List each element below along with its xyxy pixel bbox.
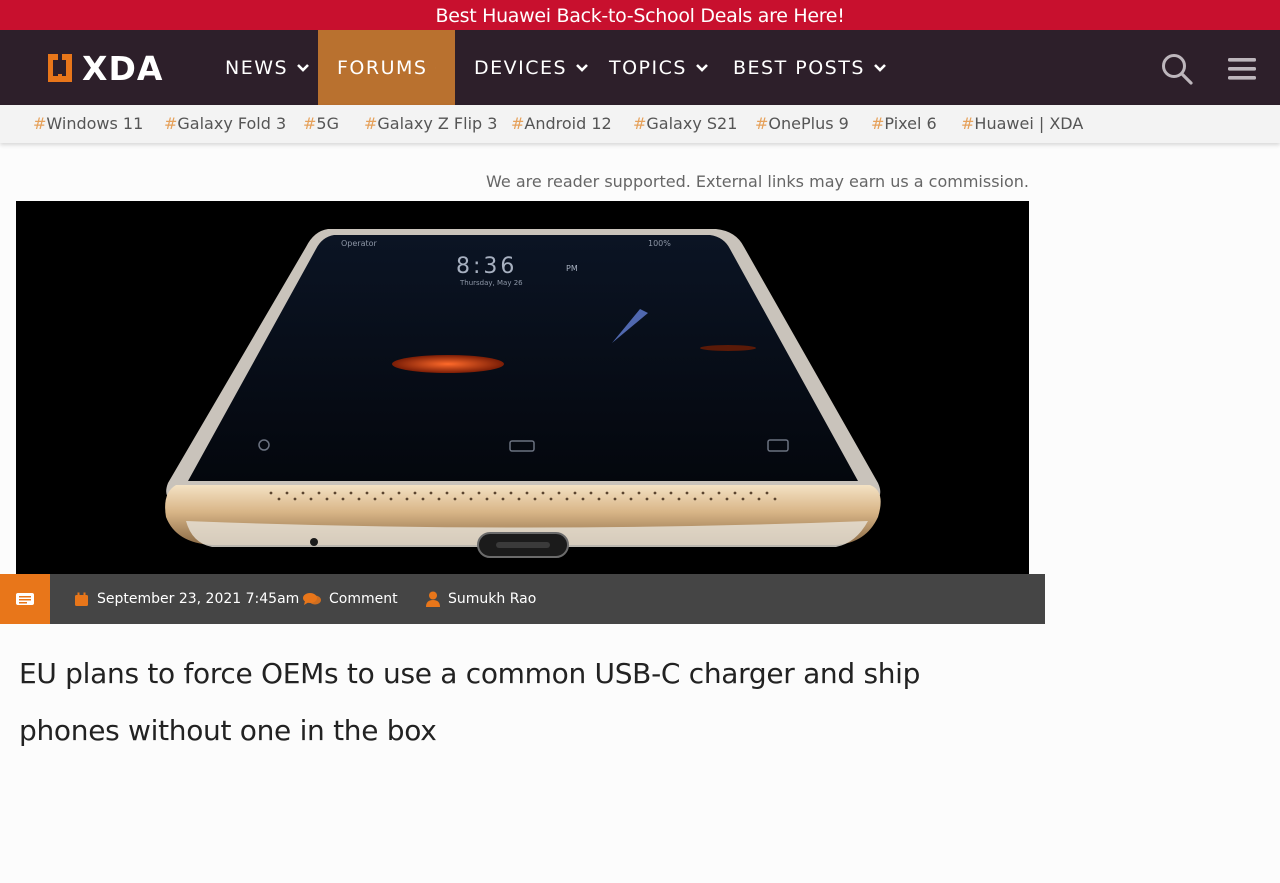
chevron-down-icon — [576, 63, 588, 72]
tag-label: 5G — [316, 114, 339, 133]
user-icon — [426, 591, 440, 607]
nav-item-best-posts[interactable]: BEST POSTS — [714, 30, 906, 105]
chevron-down-icon — [297, 63, 309, 72]
main-navigation: XDA NEWS FORUMS DEVICES TOPICS BEST POST… — [0, 30, 1280, 105]
phone-clock: 8:36 — [456, 254, 517, 279]
tag-oneplus-9[interactable]: #OnePlus 9 — [755, 114, 849, 133]
xda-bracket-icon — [48, 54, 72, 82]
tag-label: Windows 11 — [46, 114, 144, 133]
tag-label: Galaxy S21 — [646, 114, 738, 133]
nav-item-topics[interactable]: TOPICS — [590, 30, 728, 105]
tag-hash: # — [961, 114, 975, 133]
article-hero-image[interactable]: Operator 100% 8:36 PM Thursday, May 26 — [16, 201, 1029, 574]
comments-icon — [303, 593, 321, 605]
nav-label: NEWS — [225, 56, 289, 79]
tag-galaxy-z-flip-3[interactable]: #Galaxy Z Flip 3 — [364, 114, 497, 133]
tag-hash: # — [871, 114, 885, 133]
chevron-down-icon — [435, 67, 436, 68]
phone-clock-suffix: PM — [566, 264, 578, 273]
nav-label: BEST POSTS — [733, 56, 865, 79]
hamburger-menu-icon[interactable] — [1226, 54, 1258, 84]
author-link[interactable]: Sumukh Rao — [426, 574, 536, 624]
nav-item-news[interactable]: NEWS — [206, 30, 329, 105]
chevron-down-icon — [873, 63, 886, 72]
tag-hash: # — [755, 114, 769, 133]
tag-galaxy-s21[interactable]: #Galaxy S21 — [633, 114, 737, 133]
phone-date: Thursday, May 26 — [459, 279, 523, 287]
tag-huawei-xda[interactable]: #Huawei | XDA — [961, 114, 1083, 133]
tag-hash: # — [364, 114, 378, 133]
article-type-badge — [0, 574, 50, 624]
article-title[interactable]: EU plans to force OEMs to use a common U… — [19, 645, 979, 759]
nav-label: DEVICES — [474, 56, 568, 79]
xda-logo[interactable]: XDA — [44, 48, 163, 88]
tag-label: Galaxy Z Flip 3 — [377, 114, 498, 133]
tag-label: Android 12 — [524, 114, 612, 133]
comment-label: Comment — [329, 591, 398, 607]
tag-pixel-6[interactable]: #Pixel 6 — [871, 114, 937, 133]
nav-label: FORUMS — [337, 56, 428, 79]
article-icon — [16, 593, 34, 605]
promo-text[interactable]: Best Huawei Back-to-School Deals are Her… — [435, 5, 844, 27]
tag-label: OnePlus 9 — [768, 114, 849, 133]
nav-label: TOPICS — [609, 56, 687, 79]
phone-status-battery: 100% — [648, 239, 671, 248]
calendar-icon — [75, 592, 88, 606]
affiliate-disclosure: We are reader supported. External links … — [486, 172, 1030, 191]
tag-label: Galaxy Fold 3 — [177, 114, 287, 133]
tag-android-12[interactable]: #Android 12 — [511, 114, 612, 133]
tag-hash: # — [164, 114, 178, 133]
trending-tags-bar: #Windows 11 #Galaxy Fold 3 #5G #Galaxy Z… — [0, 105, 1280, 143]
chevron-down-icon — [696, 63, 708, 72]
tag-label: Pixel 6 — [884, 114, 937, 133]
nav-item-devices[interactable]: DEVICES — [455, 30, 608, 105]
tag-hash: # — [633, 114, 647, 133]
article-meta-bar: September 23, 2021 7:45am Comment Sumukh… — [0, 574, 1045, 624]
phone-status-operator: Operator — [341, 239, 378, 248]
tag-hash: # — [303, 114, 317, 133]
article-date: September 23, 2021 7:45am — [74, 574, 299, 624]
tag-windows-11[interactable]: #Windows 11 — [33, 114, 143, 133]
article-date-text: September 23, 2021 7:45am — [97, 591, 300, 607]
nav-item-forums[interactable]: FORUMS — [318, 30, 455, 105]
logo-text: XDA — [82, 48, 164, 88]
phone-illustration: Operator 100% 8:36 PM Thursday, May 26 — [165, 229, 881, 558]
search-icon[interactable] — [1160, 52, 1194, 86]
promo-banner[interactable]: Best Huawei Back-to-School Deals are Her… — [0, 0, 1280, 30]
tag-galaxy-fold-3[interactable]: #Galaxy Fold 3 — [164, 114, 286, 133]
comment-link[interactable]: Comment — [303, 574, 398, 624]
tag-label: Huawei | XDA — [974, 114, 1084, 133]
author-name: Sumukh Rao — [448, 591, 537, 607]
tag-hash: # — [33, 114, 47, 133]
tag-5g[interactable]: #5G — [303, 114, 339, 133]
tag-hash: # — [511, 114, 525, 133]
